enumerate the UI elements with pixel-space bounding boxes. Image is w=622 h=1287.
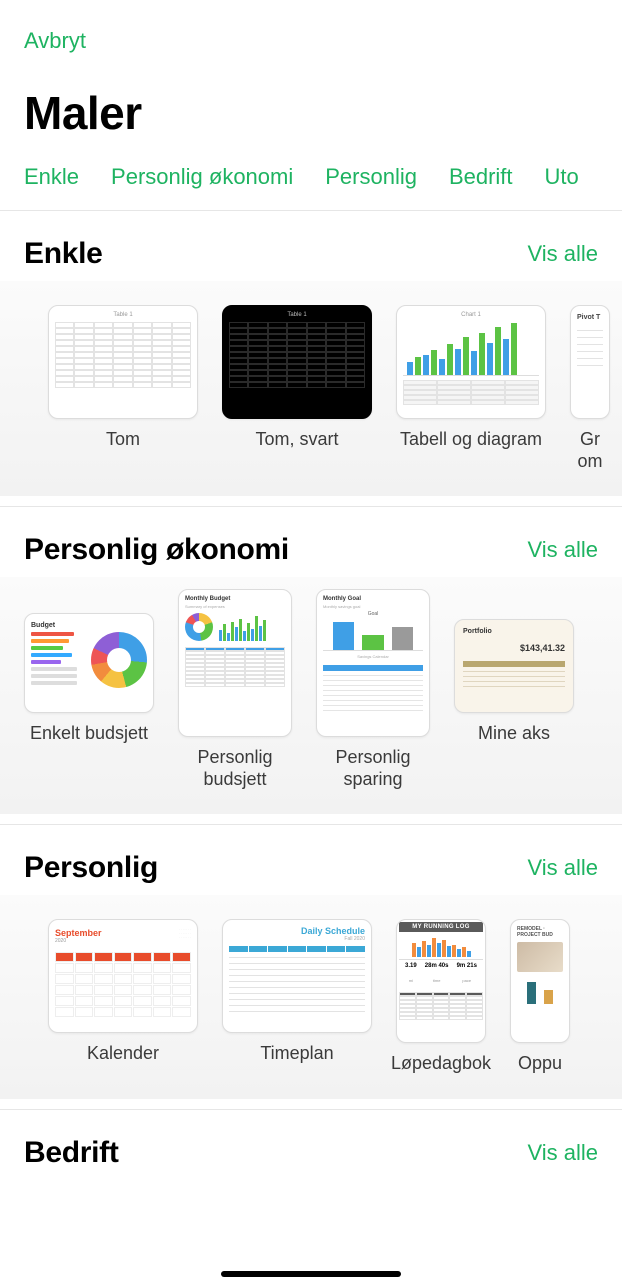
section-title-bedrift: Bedrift: [24, 1136, 119, 1170]
template-personlig-sparing[interactable]: Monthly Goal Monthly savings goal Goal S…: [316, 589, 430, 790]
template-kalender[interactable]: September 2020 · · · · · · ·· · · · · · …: [48, 919, 198, 1075]
ring-chart-icon: [185, 613, 213, 641]
template-label: Personlig sparing: [316, 747, 430, 790]
tab-personlig-okonomi[interactable]: Personlig økonomi: [111, 164, 293, 190]
template-label: Oppu: [510, 1053, 570, 1075]
template-thumbnail: REMODEL · PROJECT BUD: [510, 919, 570, 1043]
template-label: Kalender: [87, 1043, 159, 1065]
view-all-personlig-okonomi[interactable]: Vis alle: [527, 537, 598, 563]
section-personlig: Personlig Vis alle September 2020 · · · …: [0, 824, 622, 1109]
cancel-button[interactable]: Avbryt: [24, 28, 86, 54]
section-title-enkle: Enkle: [24, 237, 103, 271]
template-thumbnail: Table 1: [222, 305, 372, 419]
template-label: Enkelt budsjett: [30, 723, 148, 745]
template-label: Gr om: [570, 429, 610, 472]
template-partial[interactable]: Pivot T Gr om: [570, 305, 610, 472]
template-thumbnail: Monthly Goal Monthly savings goal Goal S…: [316, 589, 430, 737]
template-personlig-budsjett[interactable]: Monthly Budget Summary of expenses: [178, 589, 292, 790]
tab-personlig[interactable]: Personlig: [325, 164, 417, 190]
donut-chart-icon: [91, 632, 147, 688]
tab-utdanning[interactable]: Uto: [545, 164, 579, 190]
template-oppussing[interactable]: REMODEL · PROJECT BUD Oppu: [510, 919, 570, 1075]
template-thumbnail: Monthly Budget Summary of expenses: [178, 589, 292, 737]
section-bedrift: Bedrift Vis alle: [0, 1109, 622, 1190]
template-thumbnail: Daily Schedule Fall 2020: [222, 919, 372, 1033]
template-tabell-og-diagram[interactable]: Chart 1 Tabell og d: [396, 305, 546, 472]
template-tom-svart[interactable]: Table 1 Tom, svart: [222, 305, 372, 472]
section-title-personlig: Personlig: [24, 851, 158, 885]
template-enkelt-budsjett[interactable]: Budget Enkelt budsjett: [24, 589, 154, 790]
template-label: Personlig budsjett: [178, 747, 292, 790]
template-lopedagbok[interactable]: MY RUNNING LOG 3.19mi 28m 40stime 9m 21s…: [396, 919, 486, 1075]
template-thumbnail: Portfolio $143,41.32: [454, 619, 574, 713]
template-thumbnail: September 2020 · · · · · · ·· · · · · · …: [48, 919, 198, 1033]
template-label: Tom, svart: [255, 429, 338, 451]
template-timeplan[interactable]: Daily Schedule Fall 2020 Timeplan: [222, 919, 372, 1075]
template-thumbnail: MY RUNNING LOG 3.19mi 28m 40stime 9m 21s…: [396, 919, 486, 1043]
template-label: Timeplan: [260, 1043, 333, 1065]
view-all-enkle[interactable]: Vis alle: [527, 241, 598, 267]
tab-bedrift[interactable]: Bedrift: [449, 164, 513, 190]
view-all-personlig[interactable]: Vis alle: [527, 855, 598, 881]
template-label: Løpedagbok: [391, 1053, 491, 1075]
template-tom[interactable]: Table 1 Tom: [48, 305, 198, 472]
section-title-personlig-okonomi: Personlig økonomi: [24, 533, 289, 567]
tab-enkle[interactable]: Enkle: [24, 164, 79, 190]
template-thumbnail: Table 1: [48, 305, 198, 419]
template-thumbnail: Pivot T: [570, 305, 610, 419]
template-mine-aksjer[interactable]: Portfolio $143,41.32 Mine aks: [454, 589, 574, 790]
home-indicator[interactable]: [221, 1271, 401, 1277]
template-label: Tabell og diagram: [400, 429, 542, 451]
page-title: Maler: [24, 86, 598, 140]
template-thumbnail: Budget: [24, 613, 154, 713]
category-tabs: Enkle Personlig økonomi Personlig Bedrif…: [0, 140, 622, 211]
template-thumbnail: Chart 1: [396, 305, 546, 419]
section-enkle: Enkle Vis alle Table 1: [0, 211, 622, 506]
section-personlig-okonomi: Personlig økonomi Vis alle Budget Enkelt…: [0, 506, 622, 824]
template-label: Mine aks: [478, 723, 550, 745]
view-all-bedrift[interactable]: Vis alle: [527, 1140, 598, 1166]
template-label: Tom: [106, 429, 140, 451]
